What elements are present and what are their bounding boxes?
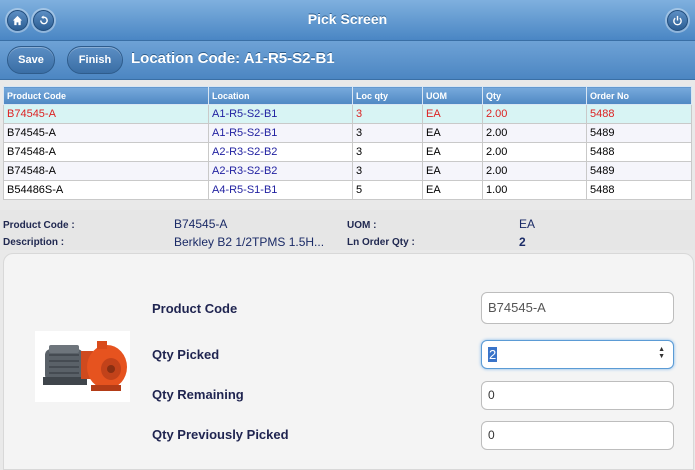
product-details: Product Code : B74545-A Description : Be… [0,210,695,250]
finish-button[interactable]: Finish [67,46,123,74]
cell-product-code: B74545-A [3,104,209,124]
col-header-product-code[interactable]: Product Code [3,86,209,105]
cell-location: A1-R5-S2-B1 [208,123,353,143]
cell-qty: 2.00 [482,161,587,181]
cell-order-no: 5488 [586,142,692,162]
ln-order-qty-value: 2 [519,235,526,249]
uom-label: UOM : [347,220,377,231]
product-image [35,331,130,402]
cell-loc-qty: 3 [352,142,423,162]
spinner-arrows-icon[interactable]: ▲ ▼ [658,346,665,360]
cell-uom: EA [422,180,483,200]
cell-loc-qty: 3 [352,104,423,124]
qty-picked-value: 2 [488,347,498,362]
col-header-uom[interactable]: UOM [422,86,483,105]
cell-location: A4-R5-S1-B1 [208,180,353,200]
col-header-qty[interactable]: Qty [482,86,587,105]
cell-order-no: 5489 [586,123,692,143]
table-row[interactable]: B74548-A A2-R3-S2-B2 3 EA 2.00 5489 [3,161,692,181]
page-title: Pick Screen [307,11,388,27]
table-row[interactable]: B54486S-A A4-R5-S1-B1 5 EA 1.00 5488 [3,180,692,200]
product-code-field[interactable]: B74545-A [481,292,674,324]
cell-product-code: B74548-A [3,161,209,181]
description-label: Description : [3,237,65,248]
col-header-order-no[interactable]: Order No [586,86,692,105]
motor-pump-picture [35,331,130,402]
cell-qty: 2.00 [482,104,587,124]
table-row-selected[interactable]: B74545-A A1-R5-S2-B1 3 EA 2.00 5488 [3,104,692,124]
save-button[interactable]: Save [7,46,55,74]
col-header-loc-qty[interactable]: Loc qty [352,86,423,105]
cell-order-no: 5489 [586,161,692,181]
uom-value: EA [519,217,536,231]
cell-product-code: B74548-A [3,142,209,162]
product-code-label: Product Code : [3,220,75,231]
table-row[interactable]: B74548-A A2-R3-S2-B2 3 EA 2.00 5488 [3,142,692,162]
cell-loc-qty: 3 [352,123,423,143]
cell-uom: EA [422,104,483,124]
cell-loc-qty: 5 [352,180,423,200]
qty-picked-label: Qty Picked [152,347,220,362]
cell-qty: 1.00 [482,180,587,200]
qty-previously-picked-field[interactable]: 0 [481,421,674,450]
cell-location: A2-R3-S2-B2 [208,142,353,162]
table-row[interactable]: B74545-A A1-R5-S2-B1 3 EA 2.00 5489 [3,123,692,143]
description-value: Berkley B2 1/2TPMS 1.5H... [174,235,325,249]
product-code-value: B74545-A [174,217,228,231]
cell-qty: 2.00 [482,123,587,143]
cell-loc-qty: 3 [352,161,423,181]
cell-uom: EA [422,123,483,143]
grid-header-row: Product Code Location Loc qty UOM Qty Or… [3,86,692,105]
qty-remaining-field[interactable]: 0 [481,381,674,410]
pick-grid: Product Code Location Loc qty UOM Qty Or… [3,86,692,200]
qty-previously-picked-label: Qty Previously Picked [152,427,289,442]
cell-order-no: 5488 [586,180,692,200]
qty-remaining-label: Qty Remaining [152,387,244,402]
toolbar: Save Finish Location Code: A1-R5-S2-B1 [0,41,695,80]
qty-picked-field[interactable]: 2 ▲ ▼ [481,340,674,369]
cell-location: A2-R3-S2-B2 [208,161,353,181]
cell-qty: 2.00 [482,142,587,162]
cell-order-no: 5488 [586,104,692,124]
title-bar: Pick Screen [0,0,695,41]
cell-uom: EA [422,142,483,162]
power-button[interactable] [667,10,688,31]
location-code-title: Location Code: A1-R5-S2-B1 [131,50,335,67]
ln-order-qty-label: Ln Order Qty : [347,237,415,248]
power-icon [673,15,682,26]
cell-location: A1-R5-S2-B1 [208,104,353,124]
product-code-field-label: Product Code [152,301,238,316]
cell-uom: EA [422,161,483,181]
cell-product-code: B74545-A [3,123,209,143]
cell-product-code: B54486S-A [3,180,209,200]
col-header-location[interactable]: Location [208,86,353,105]
